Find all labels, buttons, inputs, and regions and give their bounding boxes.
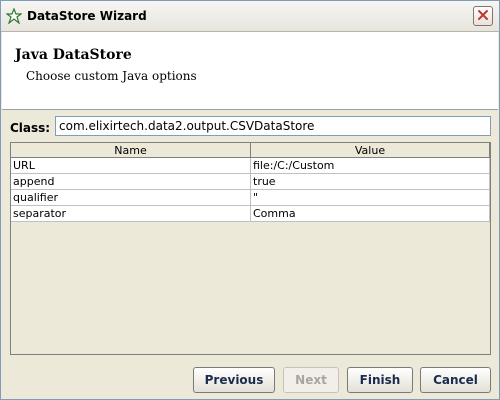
page-subtitle: Choose custom Java options [26, 69, 197, 83]
table-row[interactable]: separator Comma [11, 205, 490, 222]
window-title: DataStore Wizard [27, 9, 147, 23]
property-value[interactable]: " [250, 189, 490, 206]
previous-button[interactable]: Previous [193, 367, 275, 393]
class-input[interactable] [55, 116, 491, 136]
wizard-star-icon [5, 7, 23, 25]
property-value[interactable]: file:/C:/Custom [250, 157, 490, 174]
column-header-name[interactable]: Name [11, 143, 251, 158]
table-row[interactable]: URL file:/C:/Custom [11, 157, 490, 174]
cancel-button[interactable]: Cancel [420, 367, 491, 393]
property-name[interactable]: URL [11, 157, 251, 174]
close-icon [477, 9, 489, 24]
column-header-value[interactable]: Value [250, 143, 490, 158]
table-row[interactable]: qualifier " [11, 189, 490, 206]
property-value[interactable]: true [250, 173, 490, 190]
properties-table: Name Value URL file:/C:/Custom append tr… [11, 143, 490, 222]
class-label: Class: [10, 121, 51, 135]
next-button[interactable]: Next [283, 367, 339, 393]
properties-table-panel: Name Value URL file:/C:/Custom append tr… [10, 142, 491, 355]
property-name[interactable]: qualifier [11, 189, 251, 206]
table-row[interactable]: append true [11, 173, 490, 190]
finish-button[interactable]: Finish [347, 367, 413, 393]
close-button[interactable] [473, 6, 493, 26]
page-title: Java DataStore [15, 47, 132, 63]
wizard-window: DataStore Wizard Java DataStore Choose c… [0, 0, 500, 400]
wizard-header: Java DataStore Choose custom Java option… [2, 32, 498, 110]
property-name[interactable]: separator [11, 205, 251, 222]
property-name[interactable]: append [11, 173, 251, 190]
property-value[interactable]: Comma [250, 205, 490, 222]
title-bar[interactable]: DataStore Wizard [1, 1, 499, 32]
